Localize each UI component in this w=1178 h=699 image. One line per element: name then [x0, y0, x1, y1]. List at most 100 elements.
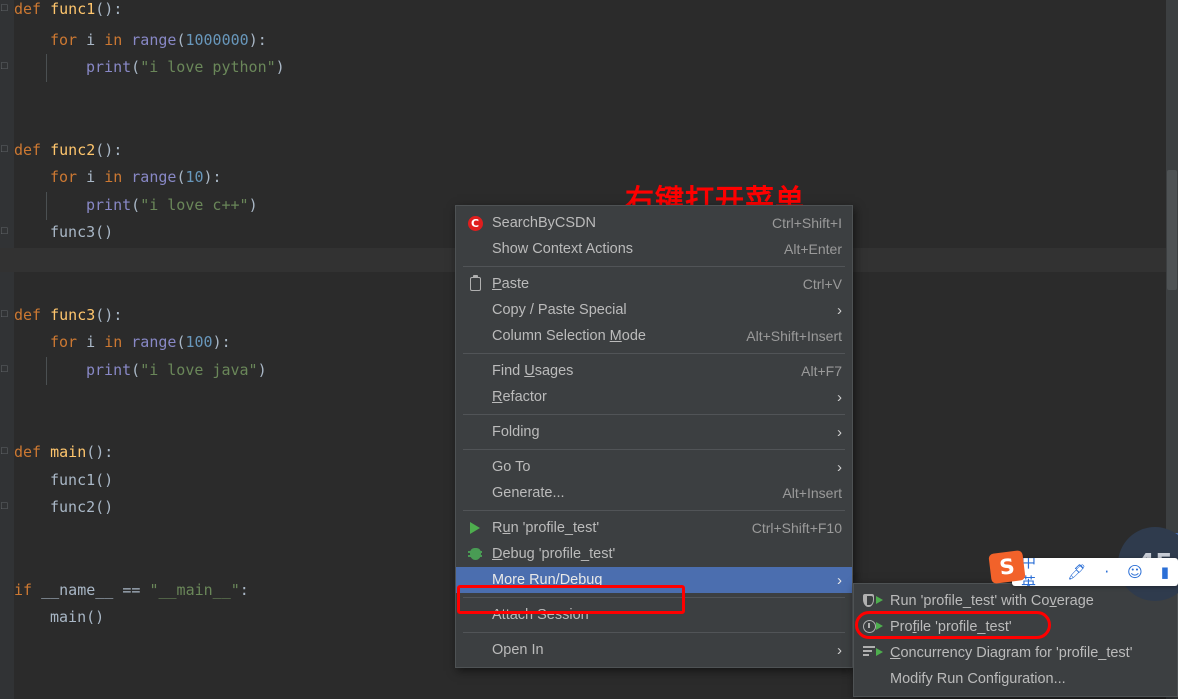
code-token: func3	[50, 306, 96, 324]
menu-item-shortcut: Alt+F7	[801, 363, 842, 379]
code-token: range	[131, 333, 177, 351]
code-token: for	[50, 31, 87, 49]
sogou-logo-icon[interactable]: S	[988, 550, 1026, 584]
menu-item-paste[interactable]: Paste Ctrl+V	[456, 271, 852, 297]
menu-item-show-context-actions[interactable]: Show Context Actions Alt+Enter	[456, 236, 852, 262]
menu-item-more-run-debug[interactable]: More Run/Debug ›	[456, 567, 852, 593]
code-token: def	[14, 443, 51, 461]
code-line: for i in range(100):	[14, 333, 231, 351]
chevron-right-icon: ›	[837, 641, 842, 659]
fold-marker-icon[interactable]: □	[1, 61, 12, 72]
scrollbar-thumb[interactable]	[1167, 170, 1177, 290]
menu-item-label: Go To	[492, 459, 531, 475]
menu-item-generate[interactable]: Generate... Alt+Insert	[456, 480, 852, 506]
ime-icon[interactable]: ▮	[1161, 563, 1169, 581]
code-token: func2	[50, 141, 96, 159]
menu-item-concurrency-diagram-for-profile-test[interactable]: Concurrency Diagram for 'profile_test'	[854, 640, 1177, 666]
ime-icon[interactable]: 🖊	[1067, 563, 1086, 581]
ime-icon[interactable]: ·	[1104, 563, 1109, 581]
menu-item-label: Concurrency Diagram for 'profile_test'	[890, 645, 1133, 661]
fold-marker-icon[interactable]: □	[1, 144, 12, 155]
code-token: ()	[95, 223, 114, 241]
menu-item-label: Generate...	[492, 485, 565, 501]
ime-icon[interactable]: 中英	[1021, 558, 1049, 586]
menu-item-label: Folding	[492, 424, 540, 440]
code-token: )	[275, 58, 285, 76]
menu-item-label: Paste	[492, 276, 530, 292]
more-run-debug-submenu[interactable]: Run 'profile_test' with Coverage Profile …	[853, 583, 1178, 697]
context-menu[interactable]: C SearchByCSDN Ctrl+Shift+I Show Context Ac…	[455, 205, 853, 668]
code-token: :	[239, 581, 249, 599]
menu-item-label: Show Context Actions	[492, 241, 634, 257]
coverage-run-icon	[862, 592, 884, 610]
menu-item-label: More Run/Debug	[492, 572, 603, 588]
code-token: ):	[248, 31, 267, 49]
ime-icon[interactable]: ☺	[1127, 563, 1143, 581]
code-token: )	[257, 361, 267, 379]
code-token: (	[131, 361, 141, 379]
chevron-right-icon: ›	[837, 571, 842, 589]
menu-item-label: Modify Run Configuration...	[890, 671, 1066, 687]
menu-item-find-usages[interactable]: Find Usages Alt+F7	[456, 358, 852, 384]
menu-item-profile-profile-test[interactable]: Profile 'profile_test'	[854, 614, 1177, 640]
menu-item-shortcut: Ctrl+Shift+I	[771, 215, 842, 231]
ime-toolbar[interactable]: 中英 🖊 · ☺ ▮	[1012, 558, 1178, 586]
menu-item-refactor[interactable]: Refactor ›	[456, 384, 852, 410]
menu-item-column-selection-mode[interactable]: Column Selection Mode Alt+Shift+Insert	[456, 323, 852, 349]
fold-marker-icon[interactable]: □	[1, 3, 12, 14]
concurrency-icon	[862, 644, 884, 662]
code-token: in	[104, 333, 132, 351]
menu-item-modify-run-configuration[interactable]: Modify Run Configuration...	[854, 666, 1177, 692]
code-line: print("i love java")	[14, 361, 267, 379]
bulb-icon	[464, 240, 486, 258]
fold-marker-icon[interactable]: □	[1, 309, 12, 320]
no-icon	[464, 606, 486, 624]
menu-item-copy-paste-special[interactable]: Copy / Paste Special ›	[456, 297, 852, 323]
code-token: ()	[95, 498, 114, 516]
code-line: def func1():	[14, 0, 122, 18]
code-token: print	[86, 196, 132, 214]
code-token: func1	[50, 471, 96, 489]
menu-separator	[463, 510, 845, 511]
menu-item-folding[interactable]: Folding ›	[456, 419, 852, 445]
code-line: def main():	[14, 443, 113, 461]
fold-marker-icon[interactable]: □	[1, 364, 12, 375]
code-line: print("i love c++")	[14, 196, 258, 214]
code-token: 1000000	[185, 31, 249, 49]
menu-separator	[463, 266, 845, 267]
code-token: print	[86, 361, 132, 379]
no-icon	[464, 362, 486, 380]
menu-item-searchbycsdn[interactable]: C SearchByCSDN Ctrl+Shift+I	[456, 210, 852, 236]
menu-item-attach-session[interactable]: Attach Session	[456, 602, 852, 628]
menu-item-label: Debug 'profile_test'	[492, 546, 616, 562]
editor-gutter[interactable]	[0, 0, 14, 699]
fold-marker-icon[interactable]: □	[1, 446, 12, 457]
menu-item-open-in[interactable]: Open In ›	[456, 637, 852, 663]
menu-separator	[463, 414, 845, 415]
code-token: ):	[203, 168, 222, 186]
chevron-right-icon: ›	[837, 458, 842, 476]
code-token: ):	[212, 333, 231, 351]
code-token: ()	[86, 608, 105, 626]
code-line: func2()	[14, 498, 113, 516]
code-token: func2	[50, 498, 96, 516]
menu-item-shortcut: Alt+Enter	[784, 241, 842, 257]
code-token: in	[104, 168, 132, 186]
menu-item-run-profile-test[interactable]: Run 'profile_test' Ctrl+Shift+F10	[456, 515, 852, 541]
code-token: "__main__"	[149, 581, 240, 599]
code-token: in	[104, 31, 132, 49]
clipboard-icon	[464, 275, 486, 293]
csdn-icon: C	[464, 214, 486, 232]
menu-item-debug-profile-test[interactable]: Debug 'profile_test'	[456, 541, 852, 567]
menu-item-go-to[interactable]: Go To ›	[456, 454, 852, 480]
menu-item-run-profile-test-with-coverage[interactable]: Run 'profile_test' with Coverage	[854, 588, 1177, 614]
play-icon	[464, 519, 486, 537]
code-token: ():	[95, 306, 123, 324]
menu-item-label: Find Usages	[492, 363, 574, 379]
code-token: __name__	[41, 581, 123, 599]
no-icon	[464, 388, 486, 406]
fold-marker-icon[interactable]: □	[1, 501, 12, 512]
code-token: range	[131, 168, 177, 186]
code-token: func1	[50, 0, 96, 18]
fold-marker-icon[interactable]: □	[1, 226, 12, 237]
